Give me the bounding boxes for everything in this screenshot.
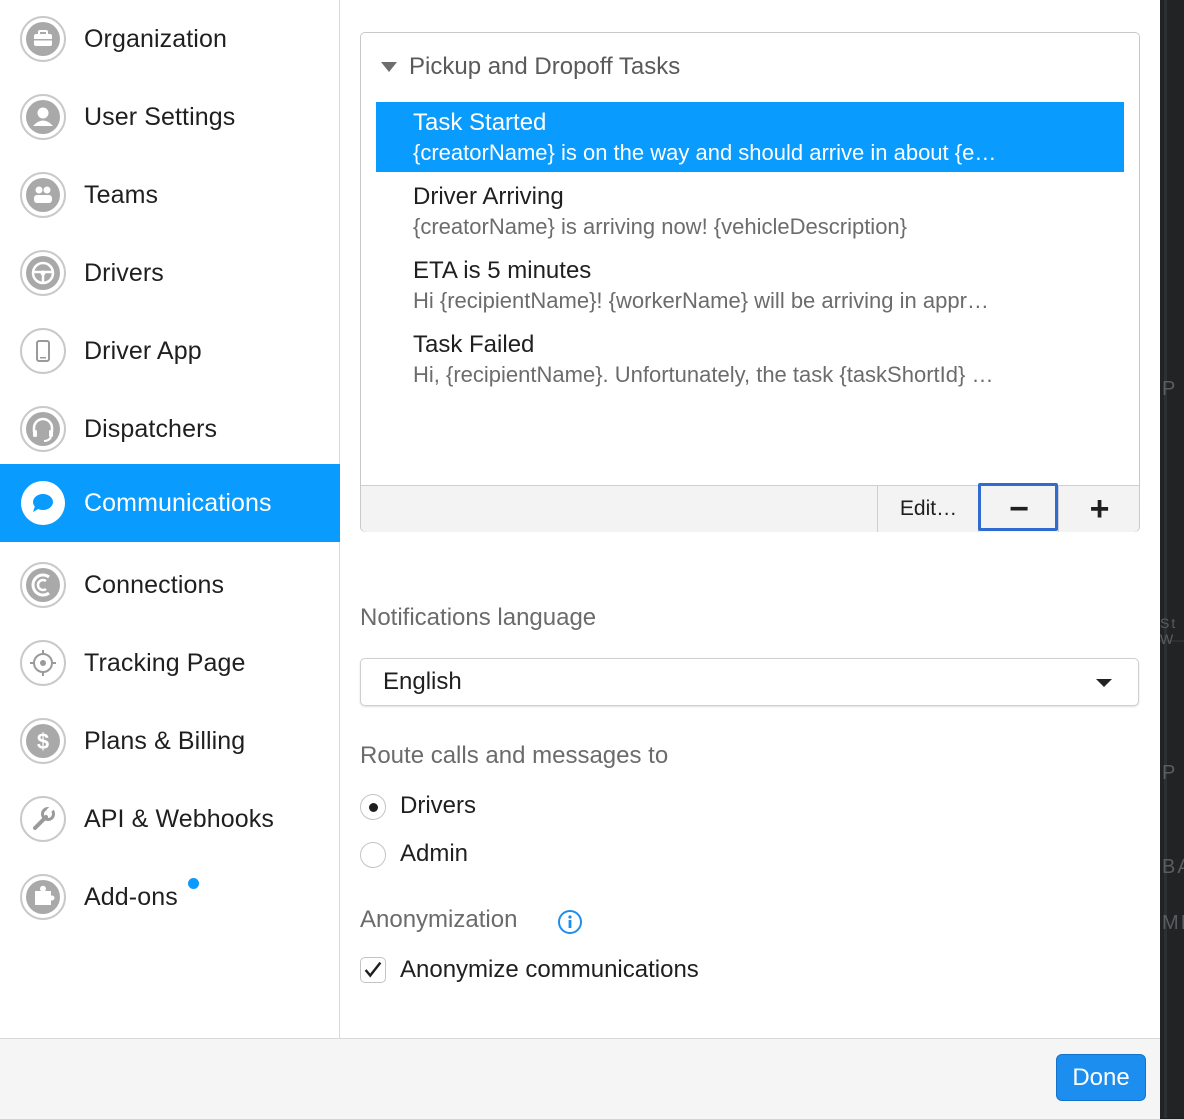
sidebar-item-label: Connections <box>84 570 225 599</box>
settings-panel: Organization User Settings Teams Drivers… <box>0 0 1160 1119</box>
phone-icon <box>20 328 66 374</box>
svg-text:$: $ <box>37 729 49 754</box>
sidebar-item-add-ons[interactable]: Add-ons <box>0 858 340 936</box>
sidebar-item-plans-billing[interactable]: $ Plans & Billing <box>0 702 340 780</box>
sidebar-item-label: User Settings <box>84 102 236 131</box>
sidebar-item-driver-app[interactable]: Driver App <box>0 312 340 390</box>
message-templates-list: Pickup and Dropoff Tasks Task Started {c… <box>360 32 1140 532</box>
sidebar-item-label: Organization <box>84 24 227 53</box>
template-preview: Hi {recipientName}! {workerName} will be… <box>413 288 989 313</box>
edit-button[interactable]: Edit… <box>877 486 979 532</box>
anonymize-checkbox-label[interactable]: Anonymize communications <box>400 956 699 984</box>
target-icon <box>20 640 66 686</box>
dialog-footer <box>0 1038 1160 1119</box>
headset-icon <box>20 406 66 452</box>
map-backdrop: P St W P BA MI <box>1160 0 1184 1118</box>
done-button[interactable]: Done <box>1056 1054 1146 1101</box>
template-preview: {creatorName} is on the way and should a… <box>413 140 997 165</box>
sidebar-item-organization[interactable]: Organization <box>0 0 340 78</box>
sidebar-item-connections[interactable]: Connections <box>0 546 340 624</box>
sidebar-item-label: Dispatchers <box>84 414 218 443</box>
radio-admin[interactable] <box>360 842 386 868</box>
caret-down-icon <box>1096 679 1112 687</box>
anonymization-label: Anonymization <box>360 906 518 933</box>
new-indicator-dot <box>188 878 199 889</box>
sidebar-item-label: Drivers <box>84 258 164 287</box>
sidebar-item-label: Driver App <box>84 336 202 365</box>
team-icon <box>20 172 66 218</box>
remove-button-focus-ring <box>978 483 1058 531</box>
sidebar-item-drivers[interactable]: Drivers <box>0 234 340 312</box>
sidebar-item-user-settings[interactable]: User Settings <box>0 78 340 156</box>
template-title: Task Started <box>413 109 547 136</box>
sidebar-item-label: Add-ons <box>84 882 178 911</box>
sidebar: Organization User Settings Teams Drivers… <box>0 0 340 1038</box>
radio-label-admin[interactable]: Admin <box>400 840 468 868</box>
template-title: Task Failed <box>413 331 535 358</box>
sidebar-item-label: Teams <box>84 180 159 209</box>
template-preview: Hi, {recipientName}. Unfortunately, the … <box>413 362 994 387</box>
notifications-language-label: Notifications language <box>360 604 597 631</box>
info-icon[interactable] <box>557 909 583 935</box>
template-row-task-started[interactable]: Task Started {creatorName} is on the way… <box>376 102 1124 172</box>
task-group-header[interactable]: Pickup and Dropoff Tasks <box>381 53 680 81</box>
template-row-driver-arriving[interactable]: Driver Arriving {creatorName} is arrivin… <box>376 176 1124 246</box>
task-group-title: Pickup and Dropoff Tasks <box>409 53 681 80</box>
template-title: ETA is 5 minutes <box>413 257 592 284</box>
radio-drivers[interactable] <box>360 794 386 820</box>
sidebar-item-api-webhooks[interactable]: API & Webhooks <box>0 780 340 858</box>
notifications-language-select[interactable]: English <box>360 658 1139 706</box>
template-preview: {creatorName} is arriving now! {vehicleD… <box>413 214 908 239</box>
chat-bubble-icon <box>21 481 65 525</box>
user-icon <box>20 94 66 140</box>
template-row-eta[interactable]: ETA is 5 minutes Hi {recipientName}! {wo… <box>376 250 1124 320</box>
template-title: Driver Arriving <box>413 183 564 210</box>
sidebar-item-label: Communications <box>84 488 272 517</box>
sidebar-item-tracking-page[interactable]: Tracking Page <box>0 624 340 702</box>
puzzle-icon <box>20 874 66 920</box>
route-calls-label: Route calls and messages to <box>360 742 669 769</box>
select-value: English <box>383 668 462 695</box>
sidebar-item-communications[interactable]: Communications <box>0 464 340 542</box>
sidebar-item-dispatchers[interactable]: Dispatchers <box>0 390 340 468</box>
disclosure-triangle-icon <box>381 62 397 72</box>
steering-wheel-icon <box>20 250 66 296</box>
briefcase-icon <box>20 16 66 62</box>
radio-selected-dot <box>369 803 378 812</box>
add-button[interactable]: + <box>1058 486 1140 532</box>
radio-label-drivers[interactable]: Drivers <box>400 792 476 820</box>
wrench-icon <box>20 796 66 842</box>
sidebar-item-label: Tracking Page <box>84 648 246 677</box>
anonymize-checkbox[interactable] <box>360 957 386 983</box>
dollar-icon: $ <box>20 718 66 764</box>
sidebar-item-label: API & Webhooks <box>84 804 274 833</box>
sidebar-item-teams[interactable]: Teams <box>0 156 340 234</box>
checkmark-icon <box>364 961 382 978</box>
template-row-task-failed[interactable]: Task Failed Hi, {recipientName}. Unfortu… <box>376 324 1124 394</box>
sidebar-item-label: Plans & Billing <box>84 726 246 755</box>
connections-icon <box>20 562 66 608</box>
